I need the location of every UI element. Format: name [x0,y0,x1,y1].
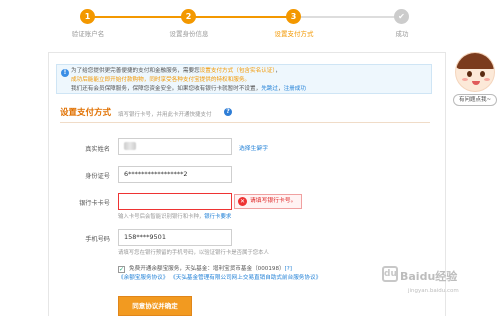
step-line-2 [188,16,294,18]
avatar-mouth [472,81,480,85]
id-number-label: 身份证号 [85,173,110,180]
select-rare-char-link[interactable]: 选择生僻字 [239,143,268,152]
bank-card-label: 银行卡卡号 [79,200,110,207]
info-icon: ! [61,69,69,77]
bank-card-error-text: 请填写银行卡号。 [250,198,297,204]
id-number-input[interactable]: 6*****************2 [118,166,232,183]
step-2-number: 2 [181,9,196,24]
notice-line-1: 为了给您提供更完善便捷的支付和金融服务，需要您设置支付方式（包含实名认证）， [71,67,427,76]
notice-line-2: 成功后能能立即开始付款购物，同时享受各种支付宝提供的特权和服务。 [71,77,251,83]
agreement-help-link[interactable]: [?] [285,266,292,272]
bank-card-input[interactable] [118,193,232,210]
notice-highlight: 设置支付方式（包含实名认证） [199,68,276,74]
assistant-widget[interactable]: 有问题点我~ [452,52,498,108]
step-line-3 [294,16,402,18]
phone-label: 手机号码 [85,236,110,243]
notice-line-3: 我们还有会员保障服务，保障您资金安全。如果您收有银行卡就暂时不设置，先跳过，注册… [71,85,427,94]
section-divider [60,122,430,123]
notice-box: ! 为了给您提供更完善便捷的支付和金融服务，需要您设置支付方式（包含实名认证），… [56,64,432,94]
avatar-hair [456,53,494,69]
blurred-name [124,142,136,150]
avatar-cheek-left [462,78,468,81]
avatar-cheek-right [484,78,490,81]
phone-hint: 请填写您在银行预留的手机号码，以验证银行卡是否属于您本人 [118,250,269,256]
step-line-1 [88,16,188,18]
watermark-title: Baidu经验 [400,270,458,283]
step-4-check-icon: ✔ [394,9,409,24]
step-3-label: 设置支付方式 [274,30,314,38]
register-success-link[interactable]: 注册成功 [284,86,306,92]
baidu-paw-icon: du [382,266,398,282]
step-1-number: 1 [80,9,95,24]
progress-steps: 1 2 3 ✔ 验证账户名 设置身份信息 设置支付方式 成功 [0,0,500,44]
agreement-line-1-text: 免费开通余额宝服务，天弘基金：增利宝货币基金（000198） [129,266,285,272]
avatar-eye-left [467,71,472,77]
help-me-button[interactable]: 有问题点我~ [453,94,497,106]
step-2-label: 设置身份信息 [169,30,209,38]
skip-link[interactable]: 先跳过 [261,86,278,92]
real-name-input[interactable] [118,138,232,155]
notice-text-1: 为了给您提供更完善便捷的支付和金融服务，需要您 [71,68,200,74]
bank-card-requirements-link[interactable]: 银行卡要求 [204,214,231,220]
yuebao-agreement-link[interactable]: 《余额宝服务协议》 [118,275,168,281]
step-4-label: 成功 [395,30,409,38]
tianhong-agreement-link[interactable]: 《天弘基金管理有限公司网上交易直销自助式前台服务协议》 [170,275,321,281]
bank-card-hint-text: 输入卡号后会智能识别银行和卡种， [118,214,205,220]
agreement-line-1: 免费开通余额宝服务，天弘基金：增利宝货币基金（000198）[?] [118,265,321,274]
agree-and-confirm-button[interactable]: 同意协议并确定 [118,296,192,316]
help-icon[interactable]: ? [224,108,232,116]
section-hint: 填写银行卡号，并用此卡开通快捷支付 [118,112,212,118]
error-icon: ✕ [238,197,247,206]
assistant-avatar[interactable] [455,52,495,92]
phone-input[interactable]: 158****9501 [118,229,232,246]
real-name-label: 真实姓名 [85,146,110,153]
bank-card-hint: 输入卡号后会智能识别银行和卡种，银行卡要求 [118,212,231,220]
watermark-url: jingyan.baidu.com [408,288,459,294]
bank-card-error: ✕ 请填写银行卡号。 [234,194,303,209]
notice-comma: ， [275,68,281,74]
avatar-eye-right [480,71,485,77]
agreement-line-2: 《余额宝服务协议》 《天弘基金管理有限公司网上交易直销自助式前台服务协议》 [118,274,321,283]
notice-text-3: 我们还有会员保障服务，保障您资金安全。如果您收有银行卡就暂时不设置， [71,86,262,92]
step-1-label: 验证账户名 [71,30,105,38]
agreement-text: 免费开通余额宝服务，天弘基金：增利宝货币基金（000198）[?] 《余额宝服务… [118,265,321,283]
page: 1 2 3 ✔ 验证账户名 设置身份信息 设置支付方式 成功 ! 为了给您提供更… [0,0,500,316]
step-3-number: 3 [286,9,301,24]
section-title: 设置支付方式 [60,108,112,118]
